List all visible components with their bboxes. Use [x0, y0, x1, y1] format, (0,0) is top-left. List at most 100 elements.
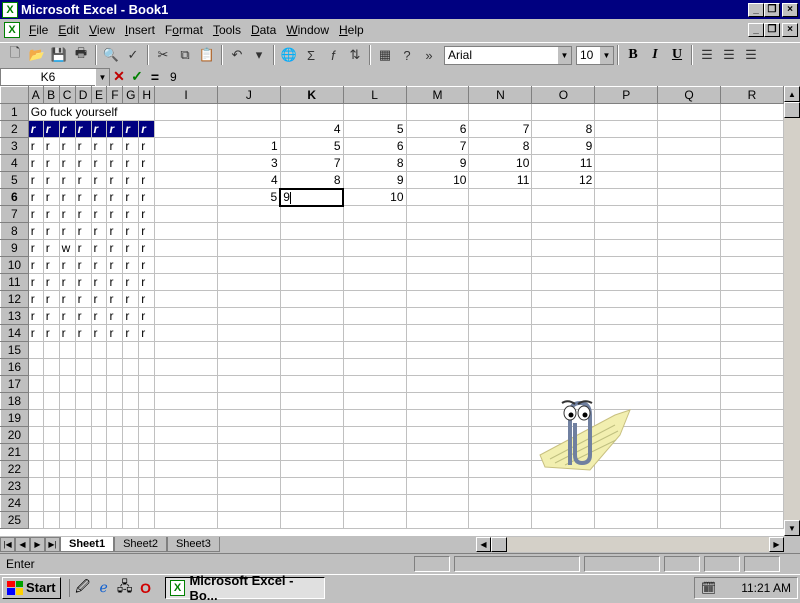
column-header-p[interactable]: P [594, 86, 659, 104]
cell-e2[interactable]: r [90, 120, 108, 138]
cell-l7[interactable] [342, 205, 407, 223]
cell-q7[interactable] [657, 205, 721, 223]
cell-m10[interactable] [405, 256, 470, 274]
cell-n11[interactable] [468, 273, 533, 291]
workbook-close-button[interactable]: × [782, 23, 798, 37]
cell-d12[interactable]: r [74, 290, 92, 308]
cell-e11[interactable]: r [90, 273, 108, 291]
cell-m13[interactable] [405, 307, 470, 325]
cell-m24[interactable] [405, 494, 470, 512]
cell-e10[interactable]: r [90, 256, 108, 274]
cell-c9[interactable]: w [58, 239, 76, 257]
cell-n12[interactable] [468, 290, 533, 308]
cell-c5[interactable]: r [58, 171, 76, 189]
row-header[interactable]: 20 [0, 426, 29, 444]
worksheet-grid[interactable]: A B C D E F G H I J K L M N O P Q R 1 Go fuck yourself 2 r r r r… [0, 86, 784, 536]
cell-a19[interactable] [27, 409, 44, 427]
cell-q18[interactable] [657, 392, 721, 410]
cell-m15[interactable] [405, 341, 470, 359]
cell-q21[interactable] [657, 443, 721, 461]
cell-a24[interactable] [27, 494, 44, 512]
cell-j7[interactable] [216, 205, 281, 223]
cell-f4[interactable]: r [106, 154, 124, 172]
cell-d2[interactable]: r [74, 120, 92, 138]
cell-f17[interactable] [106, 375, 124, 393]
column-header-j[interactable]: J [216, 86, 281, 104]
cell-m21[interactable] [405, 443, 470, 461]
confirm-entry-icon[interactable]: ✓ [128, 68, 146, 85]
cell-e21[interactable] [90, 443, 108, 461]
menu-file[interactable]: File [24, 23, 53, 37]
restore-button[interactable]: ❐ [764, 2, 780, 17]
row-header[interactable]: 3 [0, 137, 29, 155]
spelling-icon[interactable]: ✓ [122, 44, 144, 66]
cell-k2[interactable]: 4 [279, 120, 344, 138]
cell-j24[interactable] [216, 494, 281, 512]
cell-j4[interactable]: 3 [216, 154, 281, 172]
cell-m14[interactable] [405, 324, 470, 342]
cell-k11[interactable] [279, 273, 344, 291]
cell-d21[interactable] [74, 443, 92, 461]
cell-g10[interactable]: r [122, 256, 140, 274]
name-box[interactable]: K6 ▼ [0, 67, 110, 86]
cell-p24[interactable] [594, 494, 659, 512]
cell-o25[interactable] [531, 511, 596, 529]
cell-k5[interactable]: 8 [279, 171, 344, 189]
horizontal-scroll-thumb[interactable] [491, 537, 507, 552]
cell-m11[interactable] [405, 273, 470, 291]
cell-l16[interactable] [342, 358, 407, 376]
cell-r10[interactable] [719, 256, 784, 274]
cell-r4[interactable] [719, 154, 784, 172]
cell-h12[interactable]: r [138, 290, 156, 308]
cell-i17[interactable] [154, 375, 218, 393]
cell-q20[interactable] [657, 426, 721, 444]
cell-j6[interactable]: 5 [216, 188, 281, 206]
cell-h16[interactable] [138, 358, 156, 376]
cell-l3[interactable]: 6 [342, 137, 407, 155]
cell-l9[interactable] [342, 239, 407, 257]
cell-k4[interactable]: 7 [279, 154, 344, 172]
column-header-r[interactable]: R [719, 86, 784, 104]
cell-e20[interactable] [90, 426, 108, 444]
cell-f15[interactable] [106, 341, 124, 359]
cell-l10[interactable] [342, 256, 407, 274]
cell-b5[interactable]: r [42, 171, 60, 189]
cell-d19[interactable] [74, 409, 92, 427]
cell-n20[interactable] [468, 426, 533, 444]
cell-r23[interactable] [719, 477, 784, 495]
cell-f24[interactable] [106, 494, 124, 512]
cell-r22[interactable] [719, 460, 784, 478]
cell-c17[interactable] [58, 375, 76, 393]
cell-e24[interactable] [90, 494, 108, 512]
cell-n14[interactable] [468, 324, 533, 342]
cell-r17[interactable] [719, 375, 784, 393]
cell-l11[interactable] [342, 273, 407, 291]
cell-p23[interactable] [594, 477, 659, 495]
cell-h9[interactable]: r [138, 239, 156, 257]
cell-n10[interactable] [468, 256, 533, 274]
cell-c4[interactable]: r [58, 154, 76, 172]
cell-f21[interactable] [106, 443, 124, 461]
cell-n24[interactable] [468, 494, 533, 512]
cell-h25[interactable] [138, 511, 156, 529]
save-icon[interactable]: 💾 [48, 44, 70, 66]
menu-insert[interactable]: Insert [120, 23, 160, 37]
cell-table[interactable]: A B C D E F G H I J K L M N O P Q R 1 Go fuck yourself 2 r r r r… [0, 86, 784, 529]
cell-d20[interactable] [74, 426, 92, 444]
cell-b23[interactable] [42, 477, 60, 495]
cell-h17[interactable] [138, 375, 156, 393]
cell-a1[interactable]: Go fuck yourself [27, 103, 156, 121]
cell-q9[interactable] [657, 239, 721, 257]
cell-j19[interactable] [216, 409, 281, 427]
cell-n17[interactable] [468, 375, 533, 393]
cell-n22[interactable] [468, 460, 533, 478]
cell-a18[interactable] [27, 392, 44, 410]
cell-f7[interactable]: r [106, 205, 124, 223]
taskbar-excel-button[interactable]: X Microsoft Excel - Bo... [164, 573, 325, 603]
cell-q6[interactable] [657, 188, 721, 206]
cell-j15[interactable] [216, 341, 281, 359]
cell-r20[interactable] [719, 426, 784, 444]
cell-d14[interactable]: r [74, 324, 92, 342]
cell-i24[interactable] [154, 494, 218, 512]
cell-l12[interactable] [342, 290, 407, 308]
